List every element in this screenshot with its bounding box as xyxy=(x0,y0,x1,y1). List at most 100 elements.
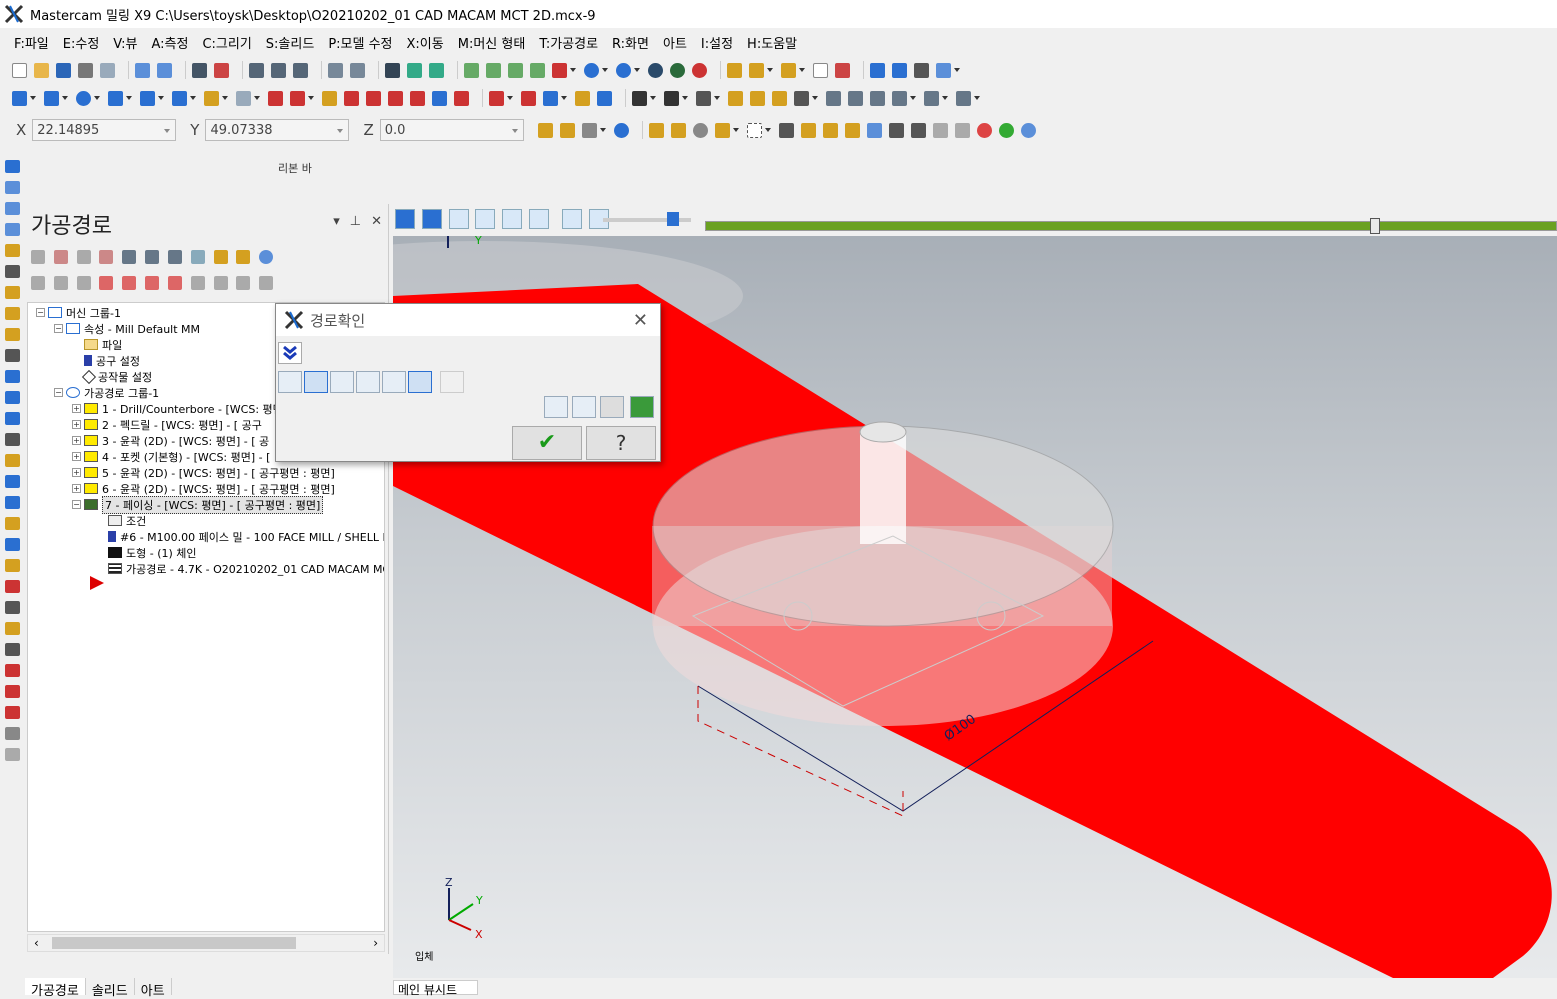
rectangle-icon[interactable] xyxy=(108,90,123,106)
pocket-icon[interactable] xyxy=(5,223,20,236)
progress-thumb[interactable] xyxy=(1369,218,1380,234)
fast-forward-button[interactable] xyxy=(529,209,550,229)
tree-op-2[interactable]: +2 - 펙드릴 - [WCS: 평면] - [ 공구 xyxy=(72,417,262,432)
chamfer-icon[interactable] xyxy=(5,349,20,362)
chevron-down-icon[interactable] xyxy=(910,96,916,100)
tree-machine-group[interactable]: − 머신 그룹-1 xyxy=(36,305,121,320)
spline-icon[interactable] xyxy=(172,90,187,106)
break-icon[interactable] xyxy=(489,90,504,106)
chevron-down-icon[interactable] xyxy=(94,96,100,100)
toggle-display-icon[interactable] xyxy=(53,276,68,290)
front-view-icon[interactable] xyxy=(486,62,501,78)
tree-op7-parameters[interactable]: 조건 xyxy=(108,513,146,528)
new-icon[interactable] xyxy=(12,62,27,78)
toolpath-trace-button[interactable] xyxy=(561,209,582,229)
zoom-target-icon[interactable] xyxy=(271,62,286,78)
post-ops-icon[interactable] xyxy=(190,250,205,264)
chevron-down-icon[interactable] xyxy=(126,96,132,100)
chevron-down-icon[interactable] xyxy=(974,96,980,100)
area-mill-icon[interactable] xyxy=(5,391,20,404)
selection-help-icon[interactable] xyxy=(1020,122,1036,138)
chevron-down-icon[interactable] xyxy=(254,96,260,100)
toggle-post-icon[interactable] xyxy=(76,276,91,290)
solid-extrude-icon[interactable] xyxy=(728,90,743,106)
chevron-down-icon[interactable] xyxy=(570,68,576,72)
grid-icon[interactable] xyxy=(835,62,850,78)
deselect-icon[interactable] xyxy=(53,250,68,264)
properties-icon[interactable] xyxy=(892,62,907,78)
info-button[interactable] xyxy=(440,371,464,393)
multiaxis-icon[interactable] xyxy=(5,517,20,530)
sphere-icon[interactable] xyxy=(616,62,631,78)
undo-icon[interactable] xyxy=(135,62,150,78)
ok-button[interactable]: ✔ xyxy=(512,426,582,460)
tree-op7-geometry[interactable]: 도형 - (1) 체인 xyxy=(108,545,197,560)
toolpath-options-2-button[interactable] xyxy=(572,396,596,418)
tree-op-6[interactable]: +6 - 윤곽 (2D) - [WCS: 평면] - [ 공구평면 : 평면] xyxy=(72,481,335,496)
tree-op-3[interactable]: +3 - 윤곽 (2D) - [WCS: 평면] - [ 공 xyxy=(72,433,269,448)
settings-icon[interactable] xyxy=(870,62,885,78)
quick-mask-icon[interactable] xyxy=(932,122,948,138)
tree-op7-tool[interactable]: #6 - M100.00 페이스 밀 - 100 FACE MILL / SHE… xyxy=(108,529,384,544)
verify-icon[interactable] xyxy=(848,90,863,106)
tree-properties[interactable]: − 속성 - Mill Default MM xyxy=(54,321,200,336)
dim-horizontal-icon[interactable] xyxy=(632,90,647,106)
check-holder-icon[interactable] xyxy=(5,664,20,677)
dynamic-mill-icon[interactable] xyxy=(5,370,20,383)
facing-icon[interactable] xyxy=(5,244,20,257)
chevron-down-icon[interactable] xyxy=(158,96,164,100)
chevron-down-icon[interactable]: ▾ xyxy=(333,214,340,229)
peel-mill-icon[interactable] xyxy=(5,412,20,425)
help-tool-icon[interactable] xyxy=(813,62,828,78)
expand-icon[interactable]: + xyxy=(72,420,81,429)
chevron-down-icon[interactable] xyxy=(507,96,513,100)
tree-tool-settings[interactable]: 공구 설정 xyxy=(84,353,140,368)
end-selection-icon[interactable] xyxy=(998,122,1014,138)
backplot-icon[interactable] xyxy=(870,90,885,106)
toolpath-icon[interactable] xyxy=(5,160,20,173)
solid-revolve-icon[interactable] xyxy=(750,90,765,106)
tab-art[interactable]: 아트 xyxy=(135,978,172,999)
slot-icon[interactable] xyxy=(5,265,20,278)
globe-icon[interactable] xyxy=(584,62,599,78)
hatch-icon[interactable] xyxy=(696,90,711,106)
lock-icon[interactable] xyxy=(31,276,45,290)
transform-toolpath-icon[interactable] xyxy=(5,601,20,614)
expand-icon[interactable]: + xyxy=(72,436,81,445)
save-geometry-button[interactable] xyxy=(630,396,654,418)
nest-icon[interactable] xyxy=(5,643,20,656)
dynamic-rotate-icon[interactable] xyxy=(385,62,400,78)
collapse-icon[interactable]: − xyxy=(54,324,63,333)
menu-edit[interactable]: E:수정 xyxy=(63,33,100,52)
simulate-icon[interactable] xyxy=(167,250,182,264)
select-all-icon[interactable] xyxy=(648,122,664,138)
regenerate-icon[interactable] xyxy=(99,250,114,264)
redo-icon[interactable] xyxy=(157,62,172,78)
extrude-icon[interactable] xyxy=(204,90,219,106)
solid-face-icon[interactable] xyxy=(822,122,838,138)
chevron-down-icon[interactable] xyxy=(764,128,771,132)
help-ops-icon[interactable] xyxy=(259,250,274,264)
circle-icon[interactable] xyxy=(76,90,91,106)
menu-create[interactable]: C:그리기 xyxy=(202,33,251,52)
collapse-icon[interactable]: − xyxy=(72,500,81,509)
translucency-icon[interactable] xyxy=(692,62,707,78)
z-coordinate-input[interactable]: 0.0 xyxy=(379,119,524,141)
stop-button[interactable] xyxy=(421,209,442,229)
trim-icon[interactable] xyxy=(268,90,283,106)
note-icon[interactable] xyxy=(575,90,590,106)
manual-entry-icon[interactable] xyxy=(5,727,20,740)
menu-art[interactable]: 아트 xyxy=(663,33,687,52)
machine-icon[interactable] xyxy=(956,90,971,106)
solid-body-icon[interactable] xyxy=(866,122,882,138)
fit-icon[interactable] xyxy=(192,62,207,78)
blend-mill-icon[interactable] xyxy=(5,433,20,446)
point-toolpath-icon[interactable] xyxy=(5,748,20,761)
post-icon[interactable] xyxy=(892,90,907,106)
progress-bar[interactable] xyxy=(705,218,1557,234)
select-all-ops-icon[interactable] xyxy=(31,250,45,264)
tab-solids[interactable]: 솔리드 xyxy=(86,978,135,999)
fast-point-icon[interactable] xyxy=(537,122,553,138)
collapse-icon[interactable]: − xyxy=(54,388,63,397)
dim-vertical-icon[interactable] xyxy=(664,90,679,106)
